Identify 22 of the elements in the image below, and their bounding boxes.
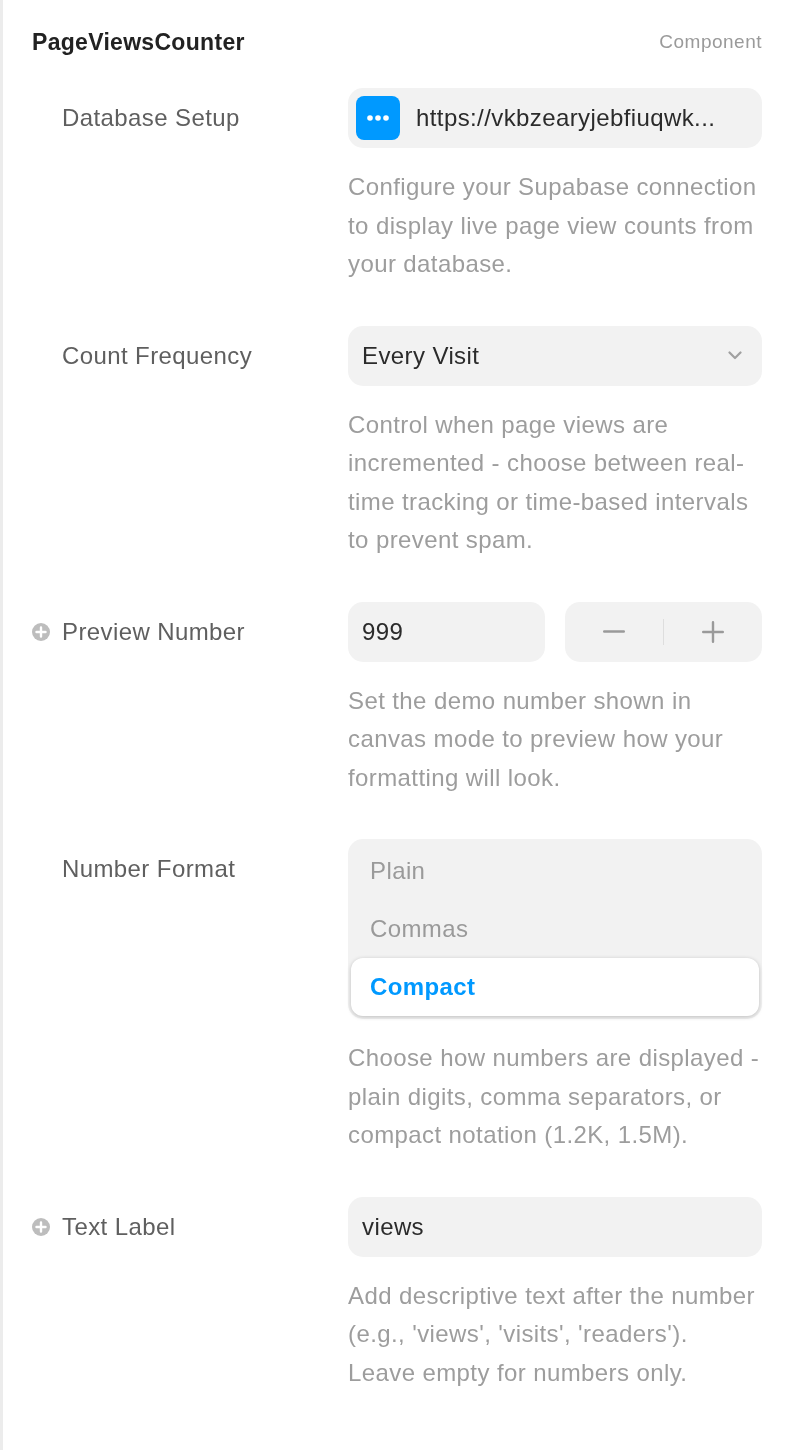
minus-icon <box>603 630 625 633</box>
component-type-label: Component <box>659 31 762 53</box>
help-text: Set the demo number shown in canvas mode to preview how your formatting will look. <box>348 685 725 793</box>
help-text: Control when page views are incremented - choose between real-time tracking or time-based intervals to prevent spam. <box>348 409 750 555</box>
panel-title: PageViewsCounter <box>32 28 245 56</box>
text-input-field[interactable]: views <box>348 1196 762 1257</box>
property-label: Number Format <box>62 855 236 883</box>
plus-circle-icon[interactable] <box>32 1217 50 1236</box>
dropdown-select[interactable]: Every Visit <box>348 325 762 386</box>
help-text: Configure your Supabase connection to display live page view counts from your database. <box>348 172 758 279</box>
property-label: Database Setup <box>62 104 240 132</box>
property-label: Text Label <box>62 1212 176 1241</box>
help-text: Add descriptive text after the number (e.g., 'views', 'visits', 'readers'). Leave empty for numbers only. <box>348 1280 756 1388</box>
ellipsis-icon[interactable] <box>356 96 400 140</box>
number-input-field[interactable]: 999 <box>348 601 545 662</box>
plus-circle-icon[interactable] <box>32 622 50 641</box>
chevron-down-icon <box>728 351 742 360</box>
help-text: Choose how numbers are displayed - plain digits, comma separators, or compact notation (1.2K, 1.5M). <box>348 1043 761 1150</box>
url-field[interactable]: https://vkbzearyjebfiuqwk... <box>348 88 762 148</box>
plus-icon <box>702 620 724 643</box>
property-label: Count Frequency <box>62 341 253 370</box>
property-label: Preview Number <box>62 617 245 646</box>
